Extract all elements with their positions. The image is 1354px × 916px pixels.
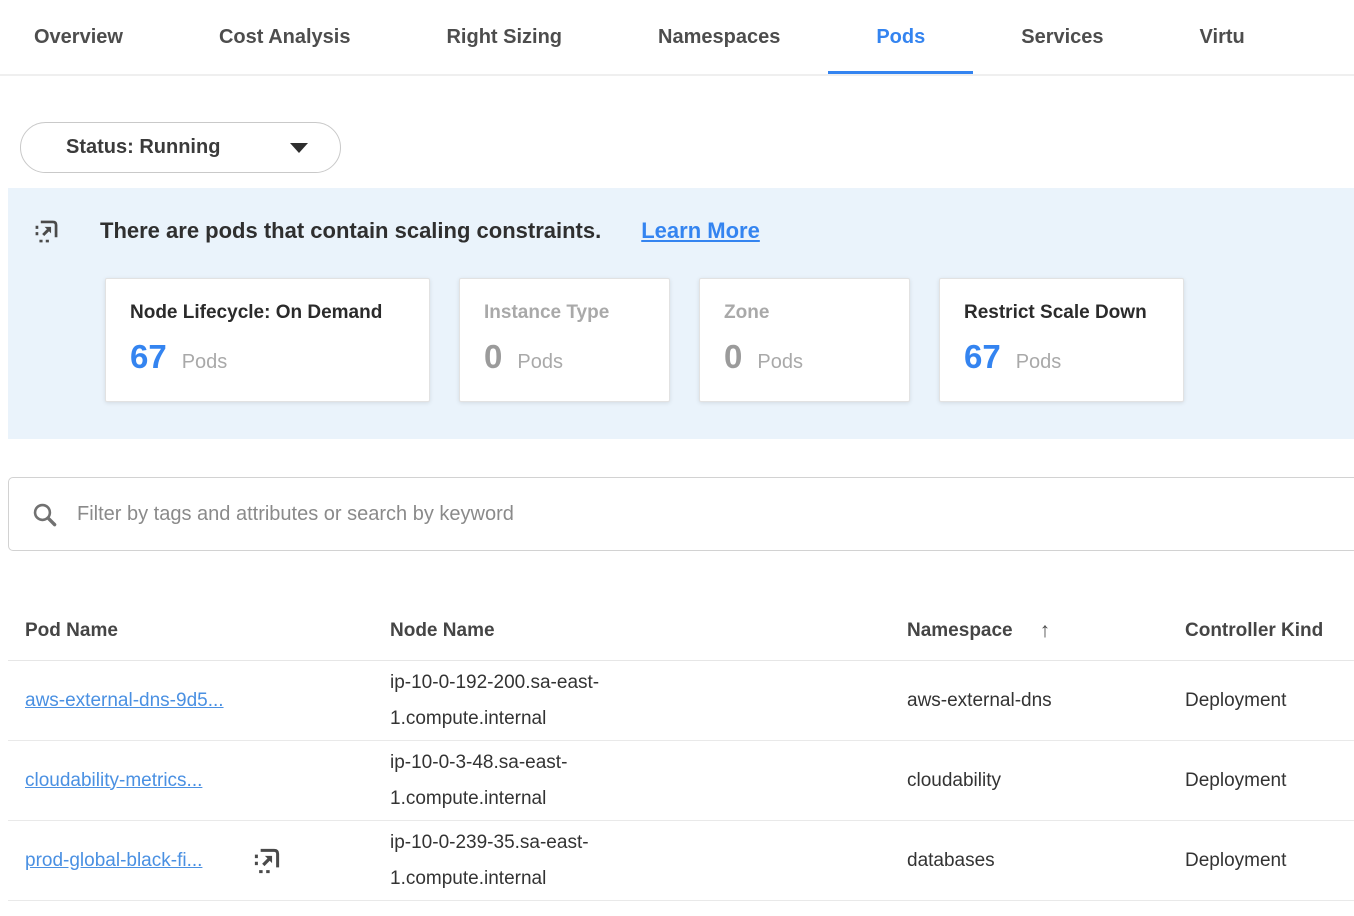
pods-table: Pod Name Node Name Namespace ↑ Controlle… bbox=[8, 601, 1354, 901]
chevron-down-icon bbox=[290, 143, 308, 153]
controller-kind-cell: Deployment bbox=[1168, 843, 1354, 879]
tab-label: Services bbox=[1021, 26, 1103, 49]
tab-right-sizing[interactable]: Right Sizing bbox=[398, 0, 610, 75]
table-row: prod-global-black-fi... ip-10-0-239-35.s… bbox=[8, 821, 1354, 901]
card-unit: Pods bbox=[517, 351, 563, 374]
card-value: 67 bbox=[130, 338, 167, 376]
pod-name-link[interactable]: prod-global-black-fi... bbox=[25, 843, 202, 879]
card-value-row: 67 Pods bbox=[130, 338, 405, 376]
node-name-cell: ip-10-0-3-48.sa-east-1.compute.internal bbox=[373, 745, 890, 817]
tab-services[interactable]: Services bbox=[973, 0, 1151, 75]
search-input[interactable] bbox=[75, 502, 1341, 527]
pod-name-link[interactable]: cloudability-metrics... bbox=[25, 763, 202, 799]
status-filter-label: Status: Running bbox=[66, 136, 220, 159]
card-title: Instance Type bbox=[484, 302, 645, 324]
namespace-text: databases bbox=[907, 843, 995, 879]
table-header-row: Pod Name Node Name Namespace ↑ Controlle… bbox=[8, 601, 1354, 661]
card-zone[interactable]: Zone 0 Pods bbox=[699, 278, 910, 402]
learn-more-link[interactable]: Learn More bbox=[641, 218, 760, 244]
tab-label: Namespaces bbox=[658, 26, 780, 49]
tab-namespaces[interactable]: Namespaces bbox=[610, 0, 828, 75]
scaling-constraints-banner: There are pods that contain scaling cons… bbox=[8, 188, 1354, 439]
column-label: Namespace bbox=[907, 620, 1013, 642]
column-header-pod-name[interactable]: Pod Name bbox=[8, 620, 373, 642]
status-filter-dropdown[interactable]: Status: Running bbox=[20, 122, 341, 173]
column-label: Pod Name bbox=[25, 620, 118, 642]
controller-kind-text: Deployment bbox=[1185, 763, 1286, 799]
namespace-text: cloudability bbox=[907, 763, 1001, 799]
tab-overview[interactable]: Overview bbox=[0, 0, 171, 75]
tab-label: Pods bbox=[876, 26, 925, 49]
card-title: Restrict Scale Down bbox=[964, 302, 1159, 324]
namespace-cell: databases bbox=[890, 843, 1168, 879]
table-row: aws-external-dns-9d5... ip-10-0-192-200.… bbox=[8, 661, 1354, 741]
column-label: Node Name bbox=[390, 620, 495, 642]
column-header-node-name[interactable]: Node Name bbox=[373, 620, 890, 642]
card-instance-type[interactable]: Instance Type 0 Pods bbox=[459, 278, 670, 402]
card-value: 0 bbox=[724, 338, 742, 376]
card-title: Zone bbox=[724, 302, 885, 324]
column-label: Controller Kind bbox=[1185, 620, 1323, 642]
scale-out-icon[interactable] bbox=[252, 846, 282, 876]
controller-kind-text: Deployment bbox=[1185, 843, 1286, 879]
controller-kind-text: Deployment bbox=[1185, 683, 1286, 719]
namespace-cell: cloudability bbox=[890, 763, 1168, 799]
controller-kind-cell: Deployment bbox=[1168, 763, 1354, 799]
tab-label: Cost Analysis bbox=[219, 26, 351, 49]
tab-cost-analysis[interactable]: Cost Analysis bbox=[171, 0, 399, 75]
card-unit: Pods bbox=[182, 351, 228, 374]
column-header-namespace[interactable]: Namespace ↑ bbox=[890, 619, 1168, 643]
card-title: Node Lifecycle: On Demand bbox=[130, 302, 405, 324]
card-value: 0 bbox=[484, 338, 502, 376]
tab-pods[interactable]: Pods bbox=[828, 0, 973, 75]
pod-name-cell: cloudability-metrics... bbox=[8, 763, 373, 799]
column-header-controller-kind[interactable]: Controller Kind bbox=[1168, 620, 1354, 642]
card-value-row: 67 Pods bbox=[964, 338, 1159, 376]
card-unit: Pods bbox=[757, 351, 803, 374]
constraint-cards: Node Lifecycle: On Demand 67 Pods Instan… bbox=[33, 278, 1354, 402]
top-tab-bar: Overview Cost Analysis Right Sizing Name… bbox=[0, 0, 1354, 76]
banner-message: There are pods that contain scaling cons… bbox=[100, 218, 601, 244]
scale-out-icon bbox=[33, 218, 60, 245]
node-name-text: ip-10-0-239-35.sa-east-1.compute.interna… bbox=[390, 825, 660, 897]
node-name-cell: ip-10-0-192-200.sa-east-1.compute.intern… bbox=[373, 665, 890, 737]
node-name-cell: ip-10-0-239-35.sa-east-1.compute.interna… bbox=[373, 825, 890, 897]
card-restrict-scale-down[interactable]: Restrict Scale Down 67 Pods bbox=[939, 278, 1184, 402]
pod-name-cell: aws-external-dns-9d5... bbox=[8, 683, 373, 719]
table-row: cloudability-metrics... ip-10-0-3-48.sa-… bbox=[8, 741, 1354, 821]
pod-name-link[interactable]: aws-external-dns-9d5... bbox=[25, 683, 224, 719]
filter-search-bar bbox=[8, 477, 1354, 551]
sort-ascending-icon[interactable]: ↑ bbox=[1040, 619, 1051, 643]
controller-kind-cell: Deployment bbox=[1168, 683, 1354, 719]
namespace-text: aws-external-dns bbox=[907, 683, 1052, 719]
node-name-text: ip-10-0-3-48.sa-east-1.compute.internal bbox=[390, 745, 660, 817]
tab-label: Virtu bbox=[1200, 26, 1245, 49]
tab-virtual[interactable]: Virtu bbox=[1152, 0, 1293, 75]
card-value-row: 0 Pods bbox=[484, 338, 645, 376]
pod-name-cell: prod-global-black-fi... bbox=[8, 843, 373, 879]
banner-header: There are pods that contain scaling cons… bbox=[33, 213, 1354, 249]
card-node-lifecycle[interactable]: Node Lifecycle: On Demand 67 Pods bbox=[105, 278, 430, 402]
tab-label: Right Sizing bbox=[446, 26, 562, 49]
tab-label: Overview bbox=[34, 26, 123, 49]
card-value: 67 bbox=[964, 338, 1001, 376]
card-value-row: 0 Pods bbox=[724, 338, 885, 376]
search-icon bbox=[31, 501, 58, 528]
namespace-cell: aws-external-dns bbox=[890, 683, 1168, 719]
card-unit: Pods bbox=[1016, 351, 1062, 374]
node-name-text: ip-10-0-192-200.sa-east-1.compute.intern… bbox=[390, 665, 660, 737]
